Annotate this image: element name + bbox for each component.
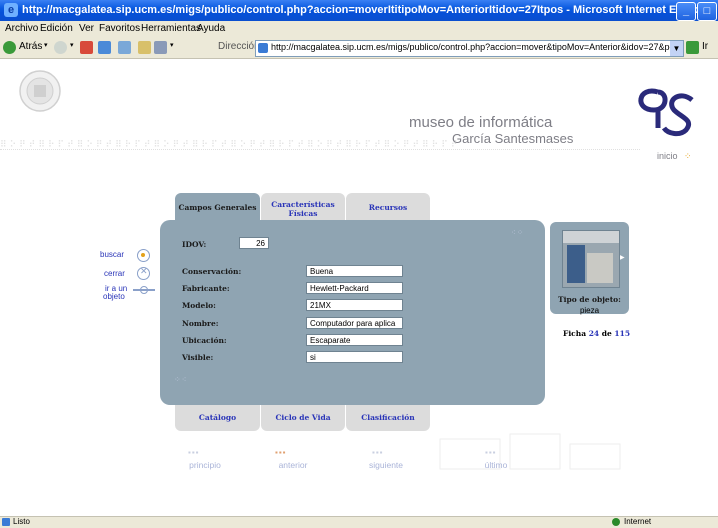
forward-dropdown-icon[interactable]: ▾ (70, 41, 74, 49)
anterior-link[interactable]: anterior (268, 460, 318, 470)
modelo-field[interactable]: 21MX (306, 299, 403, 311)
siguiente-dots-icon: ▪▪▪ (372, 448, 384, 457)
address-dropdown-icon[interactable]: ▼ (670, 41, 683, 56)
tipo-objeto-label: Tipo de objeto: (558, 295, 621, 304)
stop-icon[interactable] (80, 41, 93, 54)
menu-edicion[interactable]: Edición (40, 23, 73, 34)
ficha-of: de (601, 329, 612, 338)
faded-machine-illustration (439, 433, 621, 470)
panel-bottom-dots-icon: ⁘⁖ (174, 375, 188, 384)
machine-cabinet-icon (587, 253, 613, 283)
go-arrow-icon[interactable] (686, 41, 699, 54)
window-title-bar: e http://macgalatea.sip.ucm.es/migs/publ… (0, 0, 718, 21)
menu-bar: Archivo Edición Ver Favoritos Herramient… (0, 21, 718, 39)
ie-logo-icon: e (4, 3, 18, 17)
favorites-icon[interactable] (154, 41, 167, 54)
page-status-icon (2, 518, 10, 526)
close-x-icon: ✕ (140, 266, 148, 276)
buscar-link[interactable]: buscar (100, 250, 124, 259)
menu-herramientas[interactable]: Herramientas (141, 23, 201, 34)
status-bar: Listo Internet (0, 516, 718, 528)
museum-gs-logo (638, 88, 694, 137)
refresh-icon[interactable] (98, 41, 111, 54)
address-bar[interactable]: http://macgalatea.sip.ucm.es/migs/public… (255, 40, 684, 57)
menu-ver[interactable]: Ver (79, 23, 94, 34)
object-preview-panel: ▶ Tipo de objeto: pieza (550, 222, 629, 315)
decorative-braille-band: ⠿⠕⠟⠞⠿⠗⠏⠞⠿⠕⠟⠞⠿⠗⠏⠞⠿⠕⠟⠞⠿⠗⠏⠞⠿⠕⠟⠞⠿⠗⠏⠞⠿⠕⠟⠞⠿⠗⠏⠞… (0, 139, 461, 149)
inicio-dots-icon: ⁘ (684, 151, 692, 161)
search-dot-icon (141, 253, 145, 257)
form-panel: IDOV: 26 Conservación: Buena Fabricante:… (160, 220, 545, 405)
ultimo-dots-icon: ▪▪▪ (485, 448, 497, 457)
university-seal-logo (19, 70, 61, 112)
visible-label: Visible: (182, 353, 214, 362)
tab-ciclo-de-vida[interactable]: Ciclo de Vida (261, 405, 345, 431)
museum-title: museo de informática (409, 114, 553, 131)
machine-rack-icon (567, 245, 585, 283)
menu-favoritos[interactable]: Favoritos (99, 23, 140, 34)
modelo-label: Modelo: (182, 301, 216, 310)
address-input[interactable]: http://macgalatea.sip.ucm.es/migs/public… (271, 42, 683, 52)
ubicacion-field[interactable]: Escaparate (306, 334, 403, 346)
go-to-object-knob-icon (140, 286, 148, 294)
nombre-label: Nombre: (182, 319, 219, 328)
principio-dots-icon: ▪▪▪ (188, 448, 200, 457)
menu-archivo[interactable]: Archivo (5, 23, 38, 34)
tab-campos-generales[interactable]: Campos Generales (175, 193, 260, 223)
ficha-counter: Ficha 24 de 115 (563, 329, 630, 338)
back-button[interactable]: Atrás (19, 41, 42, 52)
fabricante-field[interactable]: Hewlett-Packard (306, 282, 403, 294)
ficha-total: 115 (614, 329, 631, 338)
internet-zone-icon (612, 518, 620, 526)
ubicacion-label: Ubicación: (182, 336, 227, 345)
home-icon[interactable] (118, 41, 131, 54)
photo-arrow-icon[interactable]: ▶ (620, 254, 625, 261)
nombre-field[interactable]: Computador para aplica (306, 317, 403, 329)
web-page: museo de informática García Santesmases … (0, 59, 718, 516)
ficha-label: Ficha (563, 329, 587, 338)
tab-recursos[interactable]: Recursos (346, 193, 430, 223)
back-dropdown-icon[interactable]: ▾ (44, 41, 48, 49)
menu-ayuda[interactable]: Ayuda (197, 23, 225, 34)
anterior-dots-icon: ▪▪▪ (275, 448, 287, 457)
tab-clasificacion[interactable]: Clasificación (346, 405, 430, 431)
search-icon[interactable] (138, 41, 151, 54)
back-arrow-icon[interactable] (3, 41, 16, 54)
zone-text: Internet (624, 517, 652, 526)
siguiente-link[interactable]: siguiente (361, 460, 411, 470)
panel-corner-dots-icon: ⁖⁘ (511, 228, 525, 237)
status-text: Listo (13, 517, 30, 526)
maximize-button[interactable]: □ (697, 2, 717, 21)
forward-arrow-icon[interactable] (54, 41, 67, 54)
tab-caracteristicas-fisicas[interactable]: Características Físicas (261, 193, 345, 223)
tipo-objeto-value: pieza (579, 306, 600, 315)
history-dropdown-icon[interactable]: ▾ (170, 41, 174, 49)
address-label: Dirección (218, 41, 260, 52)
window-title: http://macgalatea.sip.ucm.es/migs/public… (22, 4, 714, 16)
visible-field[interactable]: si (306, 351, 403, 363)
conservacion-field[interactable]: Buena (306, 265, 403, 277)
page-icon (258, 43, 268, 53)
minimize-button[interactable]: _ (676, 2, 696, 21)
idov-label: IDOV: (182, 240, 207, 249)
tab-catalogo[interactable]: Catálogo (175, 405, 260, 431)
principio-link[interactable]: principio (180, 460, 230, 470)
objeto-link[interactable]: objeto (103, 292, 125, 301)
fabricante-label: Fabricante: (182, 284, 230, 293)
cerrar-link[interactable]: cerrar (104, 269, 125, 278)
photo-ceiling (563, 231, 619, 243)
inicio-link[interactable]: inicio (657, 151, 678, 161)
object-photo[interactable] (562, 230, 620, 288)
conservacion-label: Conservación: (182, 267, 242, 276)
ficha-current: 24 (588, 329, 600, 338)
tab-caracteristicas-label-2: Físicas (288, 209, 318, 218)
ultimo-link[interactable]: último (476, 460, 516, 470)
toolbar: Atrás ▾ ▾ ▾ Dirección http://macgalatea.… (0, 38, 718, 59)
idov-field[interactable]: 26 (239, 237, 269, 249)
go-button[interactable]: Ir (702, 41, 708, 52)
tab-caracteristicas-label-1: Características (271, 200, 335, 209)
